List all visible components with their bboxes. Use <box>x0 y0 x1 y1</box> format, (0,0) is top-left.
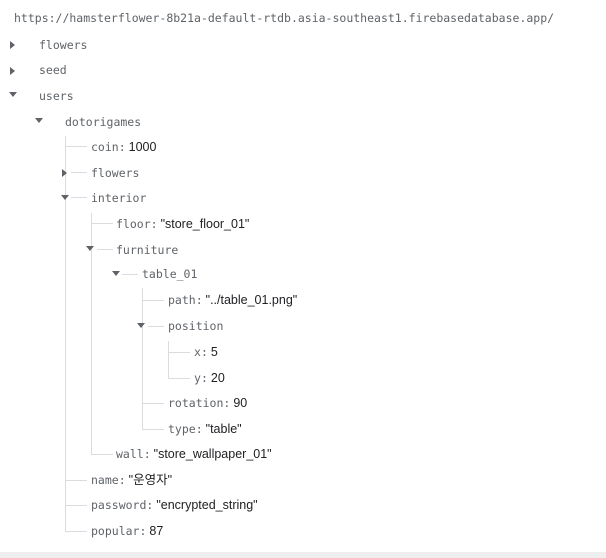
node-key: seed <box>39 63 67 77</box>
expand-arrow-icon[interactable] <box>62 169 67 177</box>
node-value[interactable]: "store_wallpaper_01" <box>154 447 272 461</box>
node-key: type <box>168 422 196 436</box>
collapse-arrow-icon[interactable] <box>112 271 120 276</box>
tree-node-dotorigames[interactable]: dotorigames <box>65 112 141 132</box>
tree-leaf-floor[interactable]: floor: "store_floor_01" <box>116 214 249 234</box>
node-key: password <box>91 498 147 512</box>
tree-leaf-wall[interactable]: wall: "store_wallpaper_01" <box>116 444 272 464</box>
node-key: coin <box>91 140 119 154</box>
node-value[interactable]: "../table_01.png" <box>206 293 298 307</box>
tree-guide-line <box>71 172 87 173</box>
tree-node-position[interactable]: position <box>168 316 223 336</box>
tree-node-interior[interactable]: interior <box>91 188 146 208</box>
tree-guide-line <box>65 146 87 147</box>
node-value[interactable]: 1000 <box>129 140 157 154</box>
node-key: dotorigames <box>65 115 142 129</box>
node-key: flowers <box>91 166 140 180</box>
tree-guide-line <box>168 378 190 379</box>
node-value[interactable]: "운영자" <box>129 473 172 487</box>
tree-node-users[interactable]: users <box>39 86 74 106</box>
node-key: y <box>194 371 201 385</box>
expand-arrow-icon[interactable] <box>10 41 15 49</box>
tree-guide-line <box>142 288 143 429</box>
node-key: position <box>168 319 224 333</box>
tree-guide-line <box>71 197 87 198</box>
node-key: popular <box>91 524 140 538</box>
collapse-arrow-icon[interactable] <box>9 92 17 97</box>
node-key: rotation <box>168 396 224 410</box>
node-key: table_01 <box>142 267 198 281</box>
node-key: name <box>91 473 119 487</box>
tree-guide-line <box>91 223 113 224</box>
node-key: x <box>194 345 201 359</box>
tree-leaf-x[interactable]: x: 5 <box>194 342 218 362</box>
tree-node-seed[interactable]: seed <box>39 60 67 80</box>
tree-node-user-flowers[interactable]: flowers <box>91 163 139 183</box>
tree-leaf-rotation[interactable]: rotation: 90 <box>168 393 247 413</box>
tree-leaf-password[interactable]: password: "encrypted_string" <box>91 495 258 515</box>
tree-guide-line <box>148 326 164 327</box>
bottom-scrollbar-track[interactable] <box>0 552 606 558</box>
tree-leaf-popular[interactable]: popular: 87 <box>91 521 163 541</box>
collapse-arrow-icon[interactable] <box>137 323 145 328</box>
tree-leaf-type[interactable]: type: "table" <box>168 419 242 439</box>
tree-guide-line <box>122 274 138 275</box>
node-value[interactable]: 87 <box>149 524 163 538</box>
node-key: interior <box>91 191 147 205</box>
tree-guide-line <box>65 531 87 532</box>
collapse-arrow-icon[interactable] <box>61 195 69 200</box>
expand-arrow-icon[interactable] <box>10 67 15 75</box>
node-value[interactable]: "store_floor_01" <box>161 217 250 231</box>
tree-node-flowers[interactable]: flowers <box>39 35 87 55</box>
node-value[interactable]: "encrypted_string" <box>156 498 257 512</box>
node-key: flowers <box>39 38 88 52</box>
node-key: wall <box>116 447 144 461</box>
tree-guide-line <box>142 300 164 301</box>
node-value[interactable]: "table" <box>206 422 242 436</box>
tree-node-furniture[interactable]: furniture <box>116 240 178 260</box>
tree-node-table-01[interactable]: table_01 <box>142 264 197 284</box>
tree-guide-line <box>65 480 87 481</box>
tree-leaf-coin[interactable]: coin: 1000 <box>91 137 156 157</box>
tree-guide-line <box>97 249 113 250</box>
database-url: https://hamsterflower-8b21a-default-rtdb… <box>14 11 555 25</box>
tree-guide-line <box>168 341 169 378</box>
tree-leaf-y[interactable]: y: 20 <box>194 368 225 388</box>
node-value[interactable]: 5 <box>211 345 218 359</box>
node-key: path <box>168 293 196 307</box>
node-value[interactable]: 20 <box>211 371 225 385</box>
node-key: furniture <box>116 243 179 257</box>
node-key: users <box>39 89 74 103</box>
tree-guide-line <box>91 454 113 455</box>
tree-guide-line <box>168 352 190 353</box>
node-value[interactable]: 90 <box>233 396 247 410</box>
node-key: floor <box>116 217 151 231</box>
tree-leaf-name[interactable]: name: "운영자" <box>91 470 172 490</box>
collapse-arrow-icon[interactable] <box>35 118 43 123</box>
tree-guide-line <box>142 429 164 430</box>
tree-guide-line <box>65 505 87 506</box>
tree-leaf-path[interactable]: path: "../table_01.png" <box>168 290 297 310</box>
collapse-arrow-icon[interactable] <box>86 246 94 251</box>
tree-guide-line <box>142 403 164 404</box>
